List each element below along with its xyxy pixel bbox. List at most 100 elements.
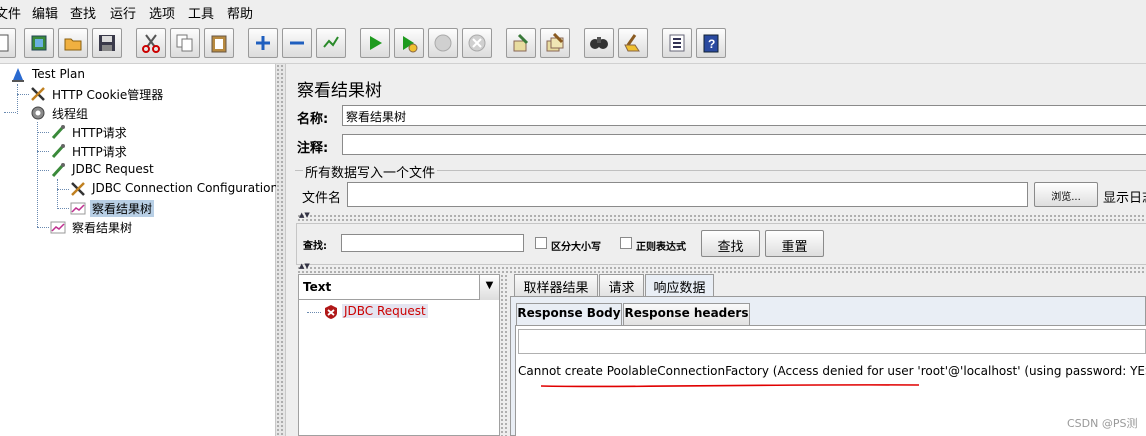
reset-search-button[interactable] <box>618 28 648 58</box>
tree-connector <box>307 312 321 313</box>
tree-node-label: 线程组 <box>52 107 89 121</box>
error-shield-icon <box>325 305 337 319</box>
clear-icon <box>513 33 529 52</box>
expand-button[interactable] <box>248 28 278 58</box>
tools-icon <box>71 182 85 196</box>
divider-grip[interactable] <box>297 214 1146 222</box>
tools-icon <box>31 87 45 101</box>
clear-button[interactable] <box>506 28 536 58</box>
subtab-response-headers[interactable]: Response headers <box>623 303 750 325</box>
start-icon <box>370 36 382 50</box>
gear-icon <box>31 106 45 120</box>
tree-connector <box>17 94 29 95</box>
templates-icon <box>31 35 47 51</box>
name-input[interactable]: 察看结果树 <box>342 105 1146 126</box>
divider-grip[interactable] <box>297 266 1146 274</box>
filename-input[interactable] <box>347 182 1028 207</box>
browse-button[interactable]: 浏览... <box>1034 182 1098 207</box>
start-button[interactable] <box>360 28 390 58</box>
shutdown-button[interactable] <box>462 28 492 58</box>
search-label: 查找: <box>303 241 327 252</box>
reset-button[interactable]: 重置 <box>765 230 824 257</box>
menu-run[interactable]: 运行 <box>110 3 136 22</box>
start-no-pause-icon <box>403 36 418 53</box>
reset-search-icon <box>624 34 640 52</box>
find-button[interactable]: 查找 <box>701 230 760 257</box>
clear-all-button[interactable] <box>540 28 570 58</box>
templates-button[interactable] <box>24 28 54 58</box>
page-title: 察看结果树 <box>297 81 382 101</box>
collapse-button[interactable] <box>282 28 312 58</box>
tree-connector <box>17 84 18 114</box>
test-plan-tree: Test Plan HTTP Cookie管理器 线程组 HTTP请求 HTTP… <box>0 64 278 436</box>
tree-connector <box>37 132 49 133</box>
menu-bar: 文件 编辑 查找 运行 选项 工具 帮助 <box>0 0 1146 24</box>
menu-tools[interactable]: 工具 <box>188 3 214 22</box>
stop-icon <box>434 34 452 52</box>
tree-node-label: 察看结果树 <box>72 221 133 235</box>
result-item-jdbc-request[interactable]: JDBC Request <box>323 303 453 321</box>
clear-all-icon <box>546 33 564 52</box>
log-display-label: 显示日志 <box>1103 191 1146 206</box>
menu-options[interactable]: 选项 <box>149 3 175 22</box>
help-button[interactable]: ? <box>696 28 726 58</box>
response-body-text: Cannot create PoolableConnectionFactory … <box>518 364 1146 378</box>
menu-file[interactable]: 文件 <box>0 3 21 22</box>
new-icon <box>0 34 9 52</box>
case-sensitive-checkbox[interactable] <box>535 237 547 249</box>
tree-node-label: Test Plan <box>32 67 85 81</box>
tree-connector <box>37 227 49 228</box>
watermark: CSDN @PS测 <box>1067 417 1138 430</box>
tree-connector <box>57 179 58 209</box>
collapse-icon <box>290 41 304 45</box>
toolbar: ? <box>0 24 1146 64</box>
copy-button[interactable] <box>170 28 200 58</box>
shutdown-icon <box>468 34 486 52</box>
cut-button[interactable] <box>136 28 166 58</box>
tree-connector <box>37 151 49 152</box>
collapse-arrows-icon[interactable]: ▲▼ <box>299 263 310 270</box>
tab-response-data[interactable]: 响应数据 <box>645 274 714 296</box>
test-plan-icon <box>12 68 24 82</box>
paste-button[interactable] <box>204 28 234 58</box>
tree-connector <box>4 112 16 113</box>
tree-splitter[interactable] <box>276 64 286 436</box>
tree-node-label: HTTP请求 <box>72 126 127 140</box>
search-button[interactable] <box>584 28 614 58</box>
svg-text:?: ? <box>708 37 715 51</box>
tree-connector <box>57 189 69 190</box>
help-icon: ? <box>703 34 719 53</box>
result-item-label: JDBC Request <box>342 304 428 318</box>
new-button[interactable] <box>0 28 16 58</box>
response-search-field[interactable] <box>518 329 1146 354</box>
search-input[interactable] <box>341 234 524 252</box>
regex-checkbox[interactable] <box>620 237 632 249</box>
chevron-down-icon[interactable]: ▼ <box>479 275 499 300</box>
toggle-button[interactable] <box>316 28 346 58</box>
stop-button[interactable] <box>428 28 458 58</box>
copy-icon <box>176 34 193 52</box>
menu-search[interactable]: 查找 <box>70 3 96 22</box>
function-helper-button[interactable] <box>662 28 692 58</box>
comment-input[interactable] <box>342 134 1146 155</box>
tab-request[interactable]: 请求 <box>599 274 644 296</box>
collapse-arrows-icon[interactable]: ▲▼ <box>299 212 310 219</box>
tab-sampler-result[interactable]: 取样器结果 <box>514 274 598 296</box>
tree-connector <box>57 208 69 209</box>
paste-icon <box>211 35 227 53</box>
view-results-tree-panel: 察看结果树 名称: 察看结果树 注释: 所有数据写入一个文件 文件名 浏览...… <box>287 64 1146 436</box>
start-no-pause-button[interactable] <box>394 28 424 58</box>
tree-connector <box>37 122 38 227</box>
menu-help[interactable]: 帮助 <box>227 3 253 22</box>
cut-icon <box>142 34 160 53</box>
open-icon <box>64 38 82 51</box>
subtab-response-body[interactable]: Response Body <box>516 303 622 325</box>
result-detail-pane: 取样器结果 请求 响应数据 Response Body Response hea… <box>510 274 1146 436</box>
open-button[interactable] <box>58 28 88 58</box>
menu-edit[interactable]: 编辑 <box>32 3 58 22</box>
function-helper-icon <box>669 34 685 52</box>
save-button[interactable] <box>92 28 122 58</box>
results-splitter[interactable] <box>500 274 509 436</box>
renderer-select[interactable]: Text ▼ <box>299 275 499 300</box>
response-data-panel: Response Body Response headers Cannot cr… <box>510 296 1146 436</box>
